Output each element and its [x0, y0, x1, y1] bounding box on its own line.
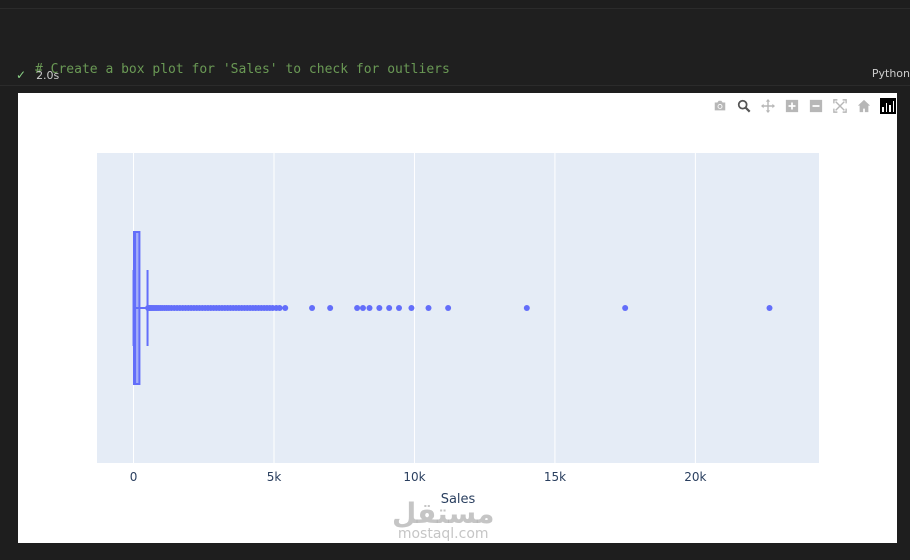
outlier-point: [386, 305, 393, 311]
x-tick-label: 5k: [267, 470, 282, 484]
outlier-point: [523, 305, 530, 311]
x-tick-label: 0: [130, 470, 138, 484]
outlier-point: [282, 305, 289, 311]
execution-status: ✓ 2.0s: [16, 67, 59, 83]
outlier-point: [396, 305, 403, 311]
x-axis-title: Sales: [441, 492, 476, 507]
outlier-point: [408, 305, 415, 311]
x-tick-label: 20k: [684, 470, 706, 484]
language-indicator[interactable]: Python: [872, 67, 910, 80]
outlier-point: [366, 305, 373, 311]
outlier-point: [425, 305, 432, 311]
outlier-point: [359, 305, 366, 311]
outlier-point: [276, 305, 283, 311]
code-line-1: # Create a box plot for 'Sales' to check…: [35, 62, 450, 77]
outlier-point: [766, 305, 773, 311]
outlier-point: [327, 305, 334, 311]
outlier-point: [354, 305, 361, 311]
outlier-point: [622, 305, 629, 311]
x-tick-labels: 0 5k 10k 15k 20k: [130, 470, 707, 484]
outlier-point: [309, 305, 316, 311]
check-icon: ✓: [16, 68, 27, 82]
x-tick-label: 15k: [544, 470, 566, 484]
outlier-point: [445, 305, 452, 311]
execution-time: 2.0s: [36, 68, 60, 82]
code-cell[interactable]: # Create a box plot for 'Sales' to check…: [0, 8, 910, 134]
plot-output[interactable]: 0 5k 10k 15k 20k Sales: [18, 93, 897, 543]
x-tick-label: 10k: [403, 470, 425, 484]
box-plot-chart: 0 5k 10k 15k 20k Sales: [97, 153, 819, 507]
outlier-point: [376, 305, 383, 311]
